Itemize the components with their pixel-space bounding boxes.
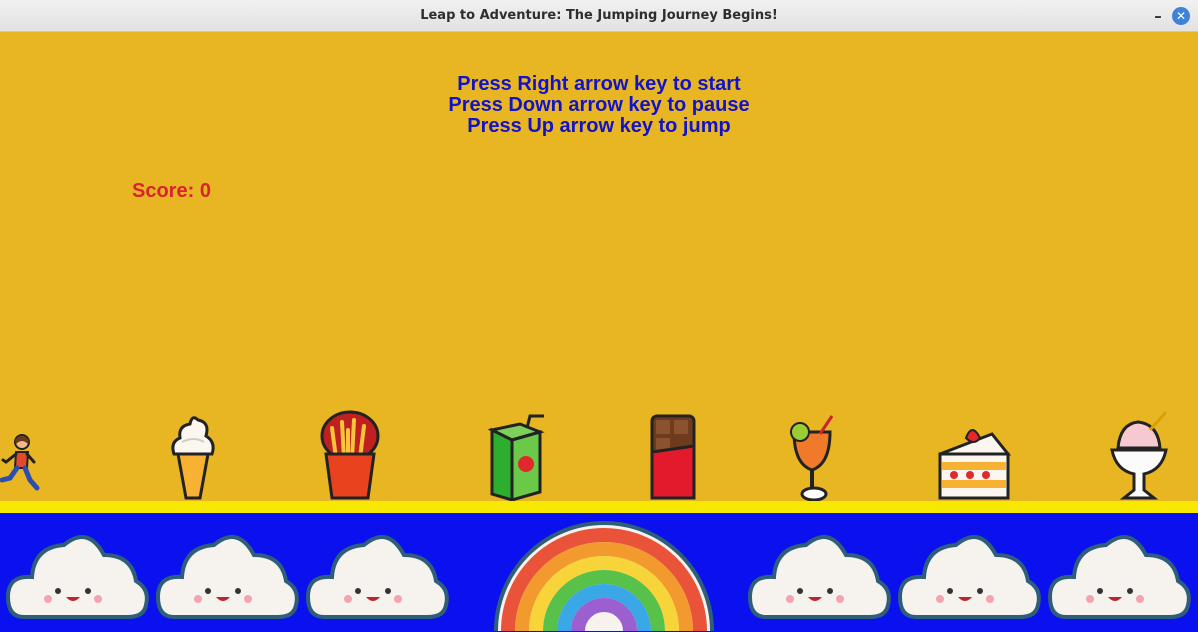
juice-box-icon [487,414,545,502]
minimize-button[interactable]: – [1148,6,1168,26]
instruction-jump: Press Up arrow key to jump [467,115,731,137]
score-value: 0 [199,180,211,202]
score-display: Score: 0 [132,180,211,203]
window-titlebar: Leap to Adventure: The Jumping Journey B… [0,0,1198,32]
score-label: Score: [132,180,195,202]
shaved-ice-icon [1110,411,1168,500]
instructions: Press Right arrow key to start Press Dow… [0,74,1198,137]
game-canvas[interactable]: Press Right arrow key to start Press Dow… [0,32,1198,632]
smiling-cloud-icon [747,535,891,619]
window-title: Leap to Adventure: The Jumping Journey B… [420,8,778,23]
chocolate-bar-icon [650,414,696,500]
rainbow-icon [494,521,714,632]
running-person-icon [0,434,40,491]
instruction-pause: Press Down arrow key to pause [448,94,750,116]
smiling-cloud-icon [155,535,299,619]
tropical-drink-icon [790,415,834,502]
smiling-cloud-icon [5,535,149,619]
strawberry-cake-icon [938,429,1012,500]
ground-track [0,501,1198,513]
close-button[interactable]: ✕ [1172,7,1190,25]
ice-cream-cone-icon [171,416,215,500]
smiling-cloud-icon [897,535,1041,619]
french-fries-icon [320,410,380,500]
smiling-cloud-icon [1047,535,1191,619]
instruction-start: Press Right arrow key to start [457,73,741,95]
smiling-cloud-icon [305,535,449,619]
